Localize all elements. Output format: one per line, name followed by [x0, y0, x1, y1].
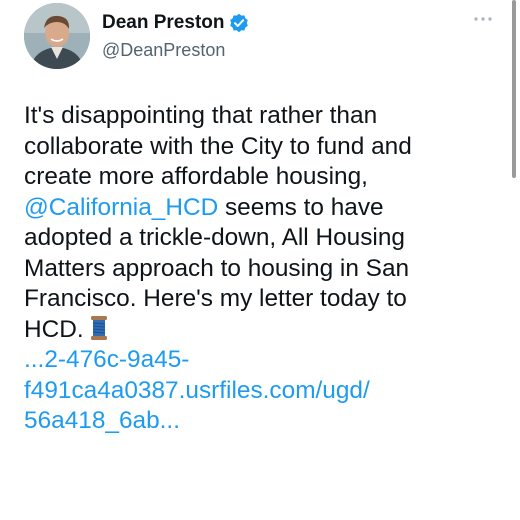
tweet-line: It's disappointing that rather than — [24, 102, 378, 129]
profile-photo-icon — [24, 3, 90, 69]
more-options-icon[interactable] — [472, 12, 494, 26]
verified-badge-icon — [229, 13, 249, 33]
tweet-line-text: HCD. — [24, 315, 84, 343]
mention-link[interactable]: @California_HCD — [24, 194, 218, 221]
tweet-link[interactable]: f491ca4a0387.usrfiles.com/ugd/ — [24, 376, 504, 407]
scrollbar-thumb[interactable] — [512, 0, 516, 178]
tweet-line: HCD. — [24, 315, 504, 346]
tweet-line: collaborate with the City to fund and — [24, 132, 412, 160]
tweet-line: adopted a trickle-down, All Housing — [24, 224, 405, 251]
user-handle[interactable]: @DeanPreston — [102, 40, 225, 61]
name-row: Dean Preston — [102, 12, 249, 34]
thread-spool-icon — [90, 315, 108, 341]
tweet-line: Matters approach to housing in San — [24, 254, 410, 282]
tweet-line: @California_HCD seems to have — [24, 193, 504, 224]
tweet-link[interactable]: 56a418_6ab... — [24, 406, 504, 437]
tweet-line: Francisco. Here's my letter today to — [24, 285, 407, 312]
tweet-line: create more affordable housing, — [24, 163, 368, 190]
tweet-card: Dean Preston @DeanPreston It's disappoin… — [0, 0, 520, 520]
tweet-link[interactable]: ...2-476c-9a45- — [24, 345, 504, 376]
tweet-line-rest: seems to have — [218, 193, 384, 221]
display-name[interactable]: Dean Preston — [102, 12, 224, 34]
avatar[interactable] — [24, 3, 90, 69]
tweet-text: It's disappointing that rather than coll… — [24, 101, 504, 437]
